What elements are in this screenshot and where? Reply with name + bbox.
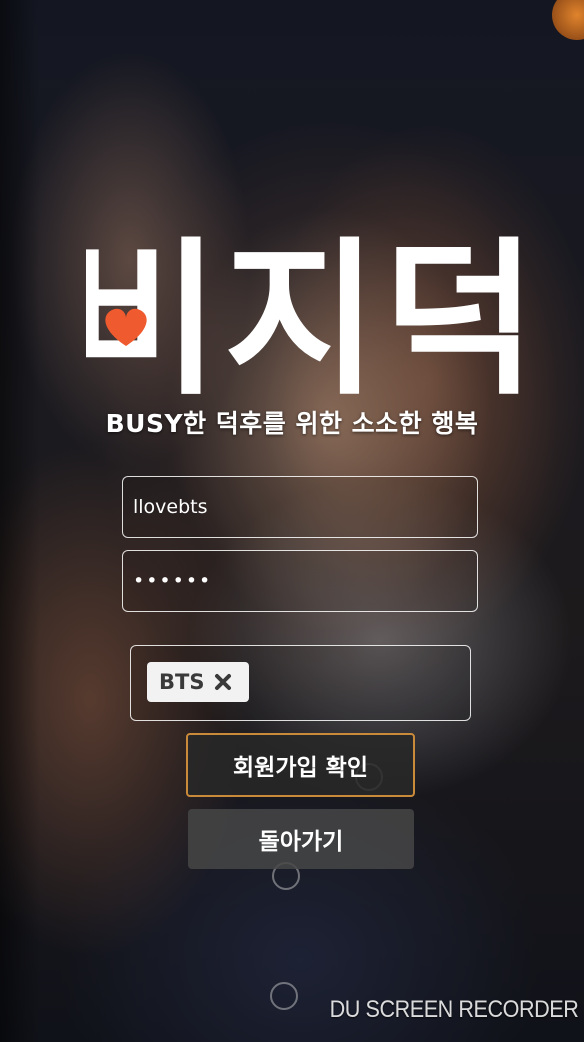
logo-text: 비지덕 bbox=[86, 228, 520, 396]
left-shade bbox=[0, 0, 40, 1042]
tag-label: BTS bbox=[159, 670, 205, 694]
tagline: BUSY한 덕후를 위한 소소한 행복 bbox=[105, 409, 479, 438]
tag-chip-bts[interactable]: BTS bbox=[147, 662, 249, 702]
signup-confirm-button[interactable]: 회원가입 확인 bbox=[186, 733, 415, 797]
shirt-button bbox=[270, 982, 298, 1010]
favorite-tags-box[interactable]: BTS bbox=[130, 645, 471, 721]
back-button[interactable]: 돌아가기 bbox=[188, 809, 414, 869]
app-logo: 비지덕 bbox=[86, 228, 520, 396]
username-input[interactable] bbox=[123, 477, 477, 537]
logo-graphic: 비지덕 bbox=[86, 228, 520, 396]
recorder-watermark: DU SCREEN RECORDER bbox=[329, 996, 578, 1023]
corner-light bbox=[552, 0, 584, 40]
username-field[interactable] bbox=[122, 476, 478, 538]
password-field[interactable] bbox=[122, 550, 478, 612]
password-input[interactable] bbox=[123, 551, 477, 611]
close-icon[interactable] bbox=[214, 673, 232, 691]
